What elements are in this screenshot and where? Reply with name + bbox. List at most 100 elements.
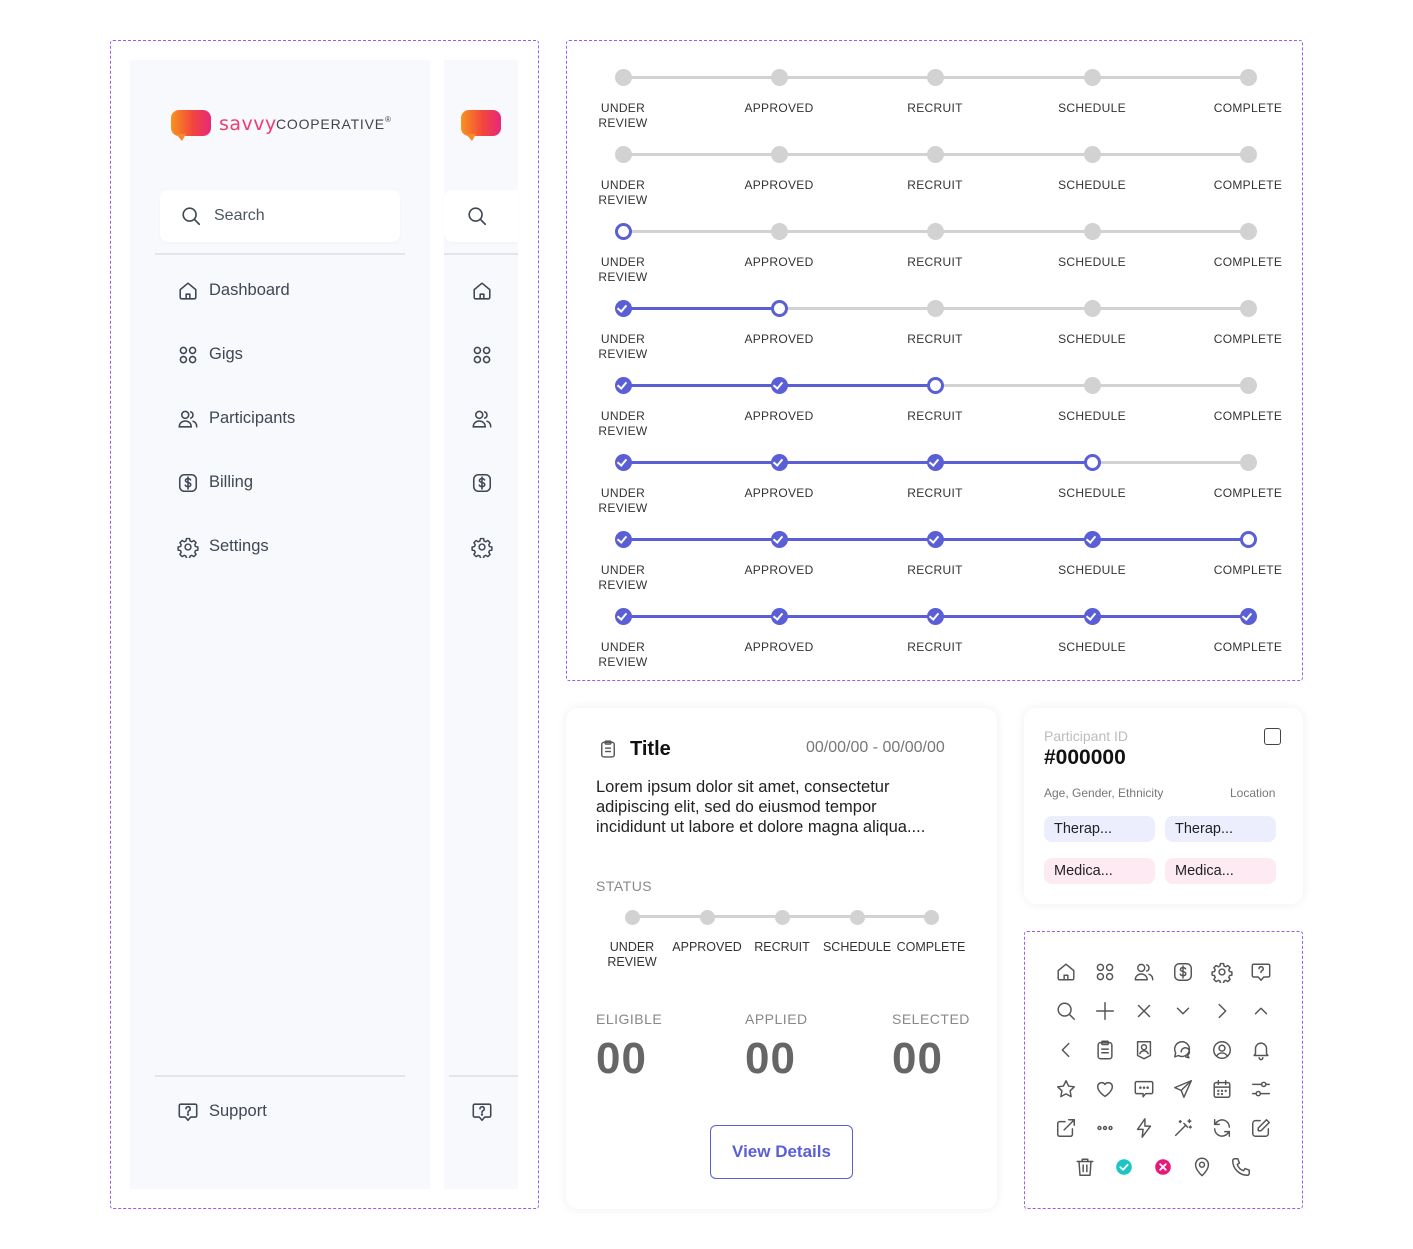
stepper-row: UNDER REVIEW APPROVED RECRUIT SCHEDULE COMPLE… (567, 280, 1304, 361)
step-label: SCHEDULE (1058, 640, 1126, 654)
stat-value-eligible: 00 (596, 1034, 647, 1083)
help-bubble-icon[interactable] (471, 1101, 493, 1123)
sidebar-item-participants[interactable]: Participants (155, 399, 405, 439)
step-node-complete (614, 608, 632, 625)
grid-icon[interactable] (471, 344, 493, 366)
step-label: SCHEDULE (1058, 563, 1126, 577)
lightning-icon (1136, 1118, 1152, 1138)
step-node-pending (1239, 223, 1257, 240)
step-node-complete (1083, 608, 1101, 625)
home-icon (1057, 963, 1075, 981)
stepper-connector (1092, 384, 1248, 387)
step-node-complete (926, 454, 944, 471)
plus-icon (1096, 1002, 1114, 1020)
divider-top (444, 253, 518, 255)
stepper-row: UNDER REVIEW APPROVED RECRUIT SCHEDULE COMPLE… (567, 126, 1304, 207)
step-node-pending (1239, 69, 1257, 86)
step-node-complete (1083, 531, 1101, 548)
stepper-connector (935, 384, 1092, 387)
step-label: APPROVED (744, 640, 814, 654)
stepper-connector (935, 461, 1092, 464)
phone-icon (1232, 1158, 1250, 1176)
stepper-connector (1092, 461, 1248, 464)
star-icon (1057, 1080, 1075, 1098)
stepper-connector (935, 153, 1092, 156)
step-label: APPROVED (744, 101, 814, 115)
step-node-complete (614, 300, 632, 317)
step-label: RECRUIT (907, 486, 963, 500)
sidebar-item-label: Support (209, 1102, 267, 1120)
step-label: SCHEDULE (822, 940, 892, 954)
user-badge-icon (1136, 1041, 1152, 1060)
sidebar-item-gigs[interactable]: Gigs (155, 335, 405, 375)
users-icon (178, 410, 198, 428)
stepper-connector (623, 538, 779, 541)
participant-id-label: Participant ID (1044, 728, 1129, 744)
step-node-pending (624, 910, 640, 925)
step-label: RECRUIT (907, 101, 963, 115)
chevron-left-icon (1061, 1042, 1070, 1058)
more-icon (1097, 1125, 1113, 1131)
gig-card-date-range: 00/00/00 - 00/00/00 (806, 739, 945, 756)
chat-bubbles-icon (1174, 1041, 1191, 1059)
sidebar-expanded: savvy COOPERATIVE ® Search Dashboard Gig… (130, 60, 430, 1189)
step-label: COMPLETE (1213, 178, 1283, 192)
sidebar-item-label: Participants (209, 409, 296, 427)
step-node-pending (1239, 377, 1257, 394)
edit-icon (1252, 1119, 1270, 1137)
close-icon (1137, 1004, 1151, 1018)
gear-icon (177, 537, 199, 558)
view-details-button[interactable]: View Details (710, 1125, 853, 1179)
stepper-connector (623, 153, 779, 156)
step-node-pending (699, 910, 715, 925)
stepper-connector (935, 230, 1092, 233)
stepper-connector (1092, 538, 1248, 541)
sidebar-item-settings[interactable]: Settings (155, 527, 405, 567)
dollar-icon[interactable] (471, 472, 493, 494)
step-label: APPROVED (744, 178, 814, 192)
step-label: SCHEDULE (1058, 255, 1126, 269)
home-icon (179, 282, 197, 300)
step-node-pending (1083, 377, 1101, 394)
step-label: SCHEDULE (1058, 486, 1126, 500)
search-input[interactable]: Search (160, 190, 400, 242)
chevron-right-icon (1218, 1003, 1227, 1019)
step-node-current (1083, 454, 1101, 471)
stepper-row: UNDER REVIEW APPROVED RECRUIT SCHEDULE COMPLE… (567, 434, 1304, 515)
stepper-connector (779, 615, 935, 618)
users-icon[interactable] (471, 408, 493, 430)
participant-select-checkbox[interactable] (1264, 728, 1281, 745)
step-node-pending (770, 69, 788, 86)
step-node-current (614, 223, 632, 240)
step-label: RECRUIT (907, 409, 963, 423)
stepper-connector (1092, 615, 1248, 618)
step-node-pending (770, 146, 788, 163)
sidebar-item-dashboard[interactable]: Dashboard (155, 271, 405, 311)
stepper-connector (779, 461, 935, 464)
stepper-connector (779, 153, 935, 156)
stepper-connector (779, 384, 935, 387)
sidebar-item-support[interactable]: Support (155, 1092, 405, 1132)
gig-card-title: Title (630, 738, 671, 760)
logo-icon (461, 110, 501, 141)
step-node-complete (926, 531, 944, 548)
step-label: RECRUIT (907, 332, 963, 346)
step-node-complete (614, 377, 632, 394)
clipboard-icon (1097, 1040, 1113, 1060)
gear-icon[interactable] (471, 536, 493, 558)
step-label: SCHEDULE (1058, 332, 1126, 346)
search-icon (1057, 1002, 1075, 1020)
participant-location: Location (1230, 786, 1276, 800)
check-circle-icon (1116, 1159, 1132, 1175)
divider-top (155, 253, 405, 255)
step-node-pending (1239, 454, 1257, 471)
stepper-connector (935, 76, 1092, 79)
stepper-connector (623, 307, 779, 310)
gear-icon (1211, 962, 1233, 983)
sidebar-item-billing[interactable]: Billing (155, 463, 405, 503)
calendar-icon (1213, 1080, 1231, 1098)
home-icon[interactable] (471, 280, 493, 302)
step-node-complete (614, 454, 632, 471)
search-button[interactable] (444, 190, 518, 242)
bell-icon (1253, 1042, 1269, 1061)
